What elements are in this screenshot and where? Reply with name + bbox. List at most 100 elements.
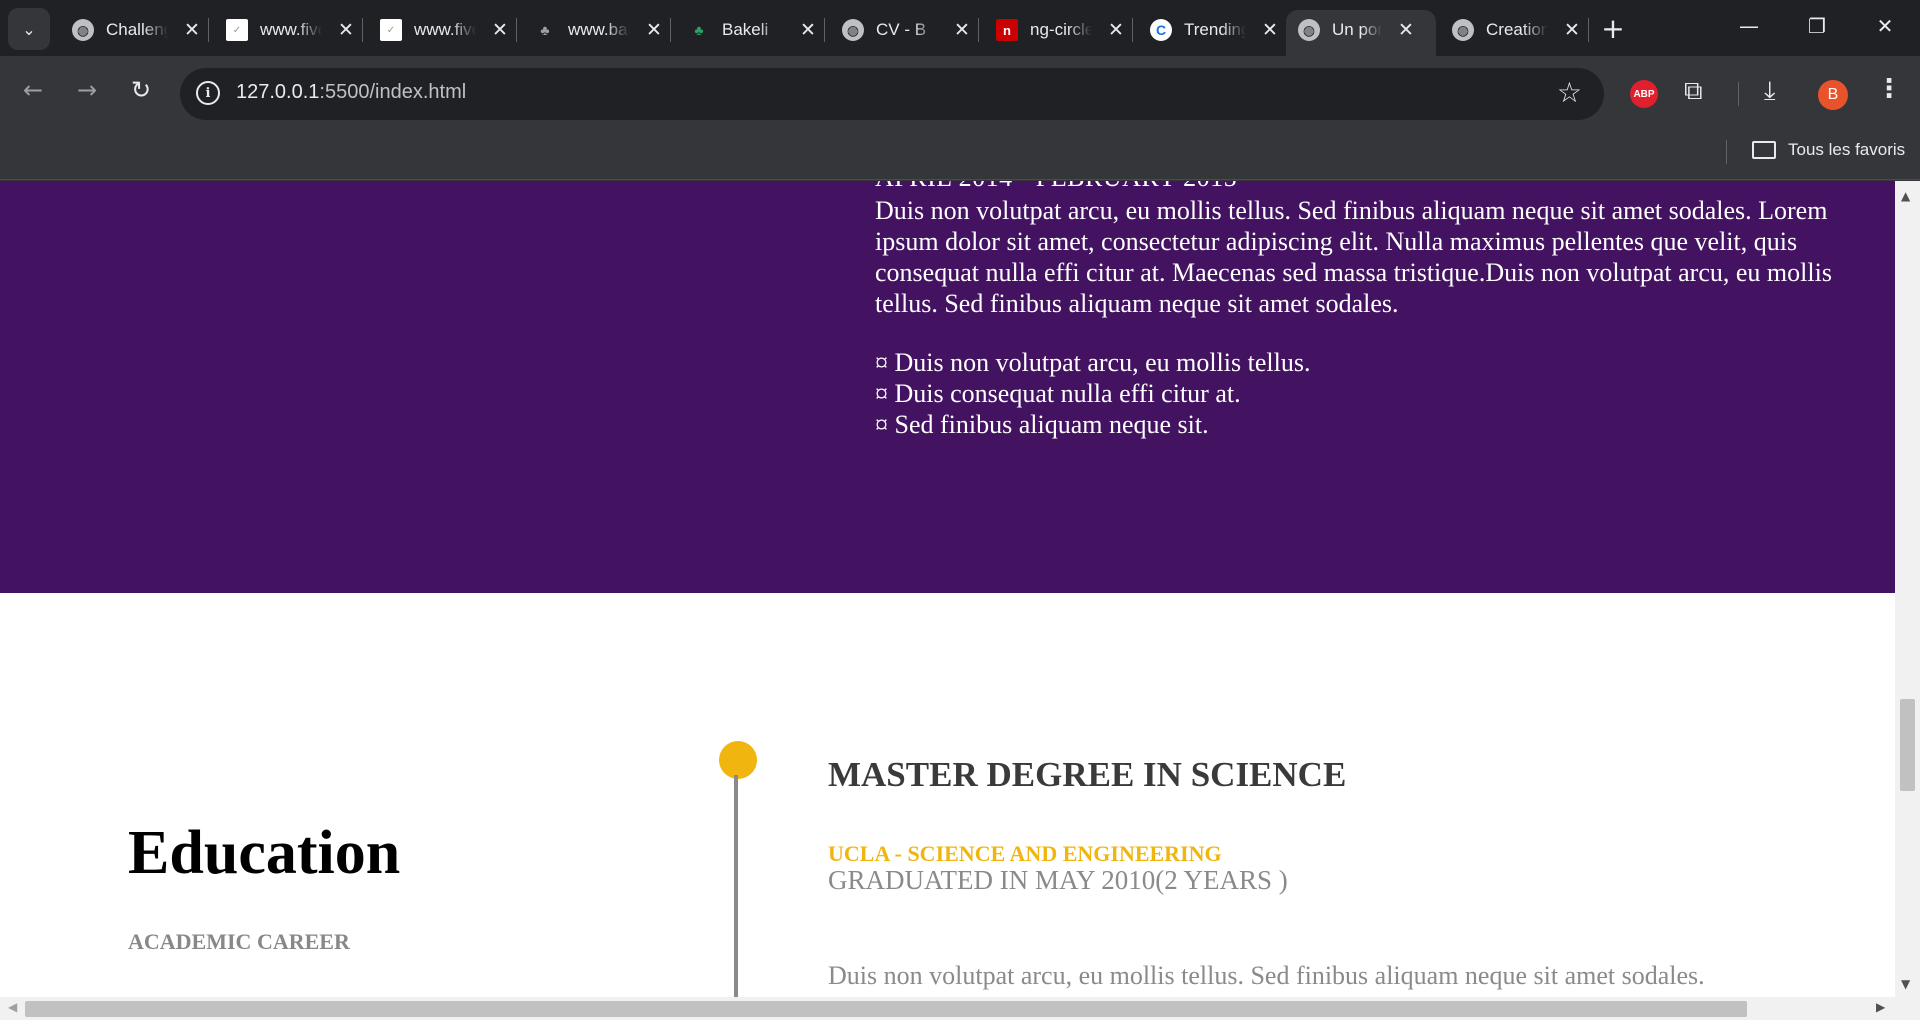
- close-icon[interactable]: ✕: [1106, 19, 1126, 42]
- browser-toolbar: ← → ↻ i 127.0.0.1:5500/index.html ☆ ABP …: [0, 56, 1920, 132]
- school-name: UCLA - SCIENCE AND ENGINEERING: [828, 841, 1222, 866]
- tab-separator: [516, 18, 517, 42]
- close-icon[interactable]: ✕: [490, 19, 510, 42]
- close-icon[interactable]: ✕: [1260, 19, 1280, 42]
- tab-item[interactable]: ◍ Challenges ✕: [60, 10, 202, 50]
- url-text[interactable]: 127.0.0.1:5500/index.html: [236, 81, 466, 104]
- experience-paragraph: Duis non volutpat arcu, eu mollis tellus…: [875, 196, 1832, 318]
- new-tab-button[interactable]: +: [1598, 12, 1628, 45]
- tab-separator: [1132, 18, 1133, 42]
- site-icon: ✓: [380, 19, 402, 41]
- tab-item[interactable]: ♣ Bakeli ✕: [676, 10, 818, 50]
- tab-item[interactable]: ◍ Creation ✕: [1440, 10, 1582, 50]
- experience-bullet-list: ¤ Duis non volutpat arcu, eu mollis tell…: [875, 347, 1310, 440]
- plus-icon: +: [1601, 12, 1625, 45]
- close-icon[interactable]: ✕: [952, 19, 972, 42]
- close-icon[interactable]: ✕: [336, 19, 356, 42]
- tab-separator: [1588, 18, 1589, 42]
- section-title: Education: [128, 819, 401, 887]
- education-paragraph: Duis non volutpat arcu, eu mollis tellus…: [828, 961, 1705, 990]
- tab-item[interactable]: ◍ CV - B ✕: [830, 10, 972, 50]
- list-item: ¤ Duis non volutpat arcu, eu mollis tell…: [875, 348, 1311, 377]
- tab-title: www.bakeli: [568, 20, 630, 39]
- c-icon: C: [1150, 19, 1172, 41]
- kebab-menu-icon[interactable]: ⋮: [1876, 74, 1902, 104]
- all-bookmarks-folder[interactable]: Tous les favoris: [1752, 140, 1905, 160]
- folder-icon: [1752, 141, 1776, 159]
- tab-title: Trending: [1184, 20, 1246, 39]
- bookmark-star-icon[interactable]: ☆: [1557, 76, 1582, 109]
- minimize-button[interactable]: —: [1734, 14, 1764, 38]
- vertical-scrollbar[interactable]: ▲ ▼: [1895, 181, 1920, 997]
- horizontal-scrollbar[interactable]: ◀ ▶: [0, 997, 1920, 1020]
- tab-separator: [362, 18, 363, 42]
- tab-title: Bakeli: [722, 20, 769, 39]
- scroll-up-arrow-icon[interactable]: ▲: [1901, 189, 1910, 203]
- scroll-right-arrow-icon[interactable]: ▶: [1876, 1000, 1885, 1014]
- reload-button[interactable]: ↻: [126, 76, 156, 104]
- npm-icon: n: [996, 19, 1018, 41]
- timeline-line: [734, 775, 738, 997]
- forward-button[interactable]: →: [72, 76, 102, 104]
- bakeli-icon: ♣: [540, 22, 550, 38]
- folder-label: Tous les favoris: [1788, 140, 1906, 159]
- tab-title: CV - B: [876, 20, 927, 39]
- tab-title: ng-circle: [1030, 20, 1092, 39]
- restore-button[interactable]: ❐: [1802, 14, 1832, 38]
- tab-title: Creation: [1486, 20, 1548, 39]
- address-bar[interactable]: i 127.0.0.1:5500/index.html ☆: [180, 68, 1604, 120]
- tab-item[interactable]: ♣ www.bakeli ✕: [522, 10, 664, 50]
- close-icon[interactable]: ✕: [1396, 19, 1416, 42]
- list-item: ¤ Duis consequat nulla effi citur at.: [875, 379, 1241, 408]
- profile-avatar[interactable]: B: [1818, 80, 1848, 110]
- close-icon[interactable]: ✕: [1562, 19, 1582, 42]
- download-icon[interactable]: ⤓: [1764, 76, 1776, 107]
- tab-item[interactable]: ✓ www.fiverr ✕: [214, 10, 356, 50]
- scrollbar-thumb[interactable]: [25, 1001, 1747, 1017]
- section-subtitle: ACADEMIC CAREER: [128, 929, 350, 954]
- close-icon[interactable]: ✕: [644, 19, 664, 42]
- tab-item[interactable]: C Trending ✕: [1138, 10, 1280, 50]
- globe-icon: ◍: [842, 19, 864, 41]
- url-path: :5500/index.html: [319, 81, 467, 103]
- arrow-right-icon: →: [76, 76, 98, 104]
- tab-item-active[interactable]: ◍ Un portfolio ✕: [1286, 10, 1436, 58]
- tab-separator: [824, 18, 825, 42]
- scroll-down-arrow-icon[interactable]: ▼: [1901, 977, 1910, 991]
- minimize-icon: —: [1739, 14, 1759, 38]
- tab-separator: [670, 18, 671, 42]
- tab-title: www.fiverr: [414, 20, 476, 39]
- experience-section: APRIL 2014 - FEBRUARY 2015 Duis non volu…: [0, 181, 1895, 593]
- info-icon[interactable]: i: [196, 81, 220, 105]
- close-icon[interactable]: ✕: [182, 19, 202, 42]
- degree-title: MASTER DEGREE IN SCIENCE: [828, 755, 1347, 794]
- site-icon: ✓: [226, 19, 248, 41]
- bookmarks-separator: [1726, 140, 1727, 164]
- back-button[interactable]: ←: [18, 76, 48, 104]
- close-icon[interactable]: ✕: [798, 19, 818, 42]
- tab-item[interactable]: n ng-circle ✕: [984, 10, 1126, 50]
- tab-separator: [208, 18, 209, 42]
- timeline-dot: [719, 741, 757, 779]
- tab-item[interactable]: ✓ www.fiverr ✕: [368, 10, 510, 50]
- chevron-down-icon: ⌄: [22, 19, 36, 39]
- list-item: ¤ Sed finibus aliquam neque sit.: [875, 410, 1209, 439]
- globe-icon: ◍: [1452, 19, 1474, 41]
- close-window-button[interactable]: ✕: [1870, 14, 1900, 38]
- globe-icon: ◍: [1298, 19, 1320, 41]
- tab-search-button[interactable]: ⌄: [8, 8, 50, 50]
- close-icon: ✕: [1876, 14, 1894, 38]
- url-host: 127.0.0.1: [236, 81, 320, 103]
- reload-icon: ↻: [130, 76, 152, 104]
- restore-icon: ❐: [1808, 14, 1826, 38]
- tab-title: Un portfolio: [1332, 20, 1382, 39]
- bakeli-icon: ♣: [694, 22, 704, 38]
- puzzle-icon[interactable]: ⧉: [1684, 76, 1703, 107]
- bookmarks-bar: Tous les favoris: [0, 132, 1920, 180]
- adblock-extension-icon[interactable]: ABP: [1630, 80, 1658, 108]
- scrollbar-thumb[interactable]: [1900, 699, 1915, 791]
- globe-icon: ◍: [72, 19, 94, 41]
- tab-title: Challenges: [106, 20, 168, 39]
- toolbar-separator: [1738, 82, 1739, 106]
- scroll-left-arrow-icon[interactable]: ◀: [8, 1000, 17, 1014]
